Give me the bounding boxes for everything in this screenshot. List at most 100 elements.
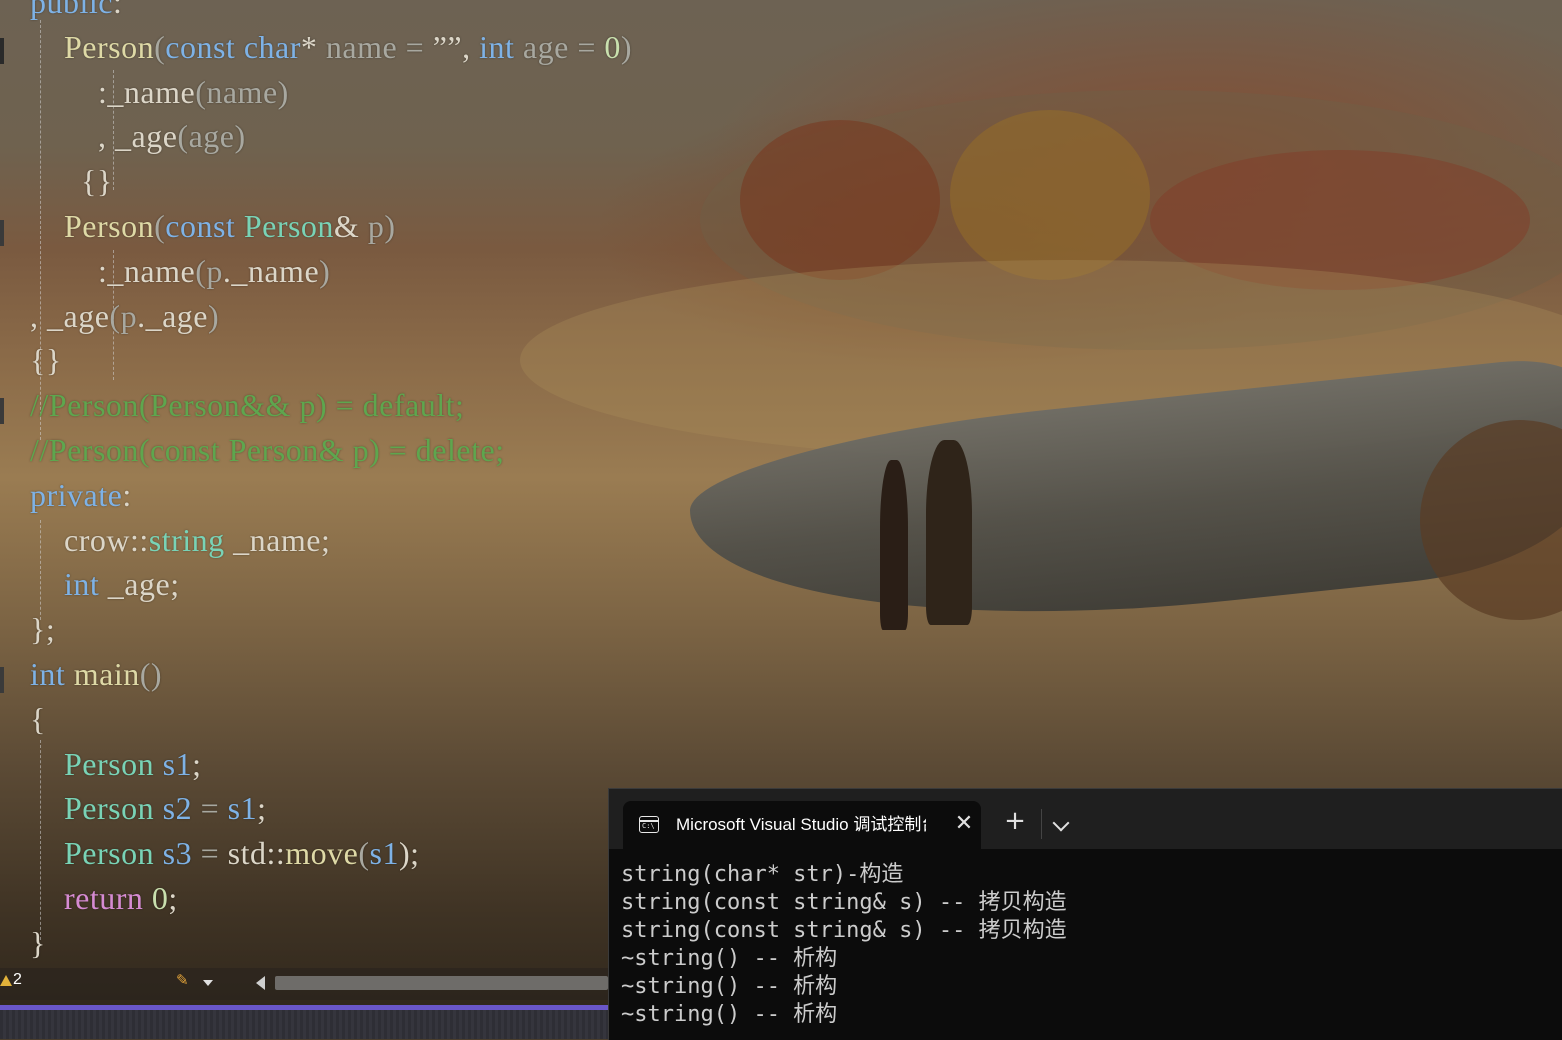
code-line[interactable]: private:: [30, 473, 132, 517]
code-line[interactable]: {: [30, 697, 46, 741]
code-token: ._age: [137, 297, 208, 334]
code-line[interactable]: Person s3 = std::move(s1);: [30, 831, 419, 875]
console-line: ~string() -- 析构: [621, 1002, 838, 1027]
code-cleanup-icon[interactable]: ✎: [176, 972, 190, 988]
code-line[interactable]: };: [30, 607, 55, 651]
tab-separator: [1041, 809, 1042, 839]
code-token: name: [325, 28, 398, 65]
code-line[interactable]: public:: [30, 0, 122, 24]
warning-triangle-icon[interactable]: [0, 975, 12, 986]
code-token: {}: [30, 342, 62, 379]
code-token: _name;: [224, 521, 331, 558]
code-token: Person: [64, 790, 155, 827]
code-token: (): [139, 656, 163, 692]
code-token: ;: [257, 790, 267, 827]
console-line: ~string() -- 析构: [621, 974, 838, 999]
code-token: //Person(Person&& p) = default;: [30, 387, 465, 424]
code-token: ;: [168, 880, 178, 916]
code-token: }: [30, 924, 46, 961]
code-token: age: [522, 28, 569, 65]
code-token: ): [234, 118, 246, 155]
code-token: (: [177, 118, 189, 155]
console-line: string(const string& s) -- 拷贝构造: [621, 918, 1067, 943]
code-token: ;: [192, 745, 202, 782]
console-line: string(char* str)-构造: [621, 862, 904, 887]
code-token: s3: [162, 835, 193, 872]
code-token: :: [112, 0, 123, 20]
code-token: (: [195, 252, 207, 289]
code-token: s1: [162, 745, 193, 782]
code-token: Person: [64, 28, 155, 65]
code-line[interactable]: int _age;: [30, 562, 180, 606]
scroll-left-arrow[interactable]: [256, 976, 265, 990]
code-token: 0: [151, 880, 169, 916]
code-token: (: [154, 28, 166, 65]
tab-debug-console[interactable]: C:\ Microsoft Visual Studio 调试控制台 ✕: [623, 801, 981, 849]
code-token: Person: [243, 208, 334, 244]
code-token: =: [192, 790, 228, 827]
code-token: public: [30, 0, 113, 20]
code-line[interactable]: }: [30, 921, 46, 965]
tab-title: Microsoft Visual Studio 调试控制台: [676, 815, 926, 834]
code-line[interactable]: :_name(p._name): [30, 249, 330, 293]
code-line[interactable]: Person s2 = s1;: [30, 786, 266, 830]
code-token: &: [333, 208, 368, 244]
code-line[interactable]: //Person(Person&& p) = default;: [30, 383, 464, 427]
code-token: std::: [227, 835, 286, 872]
code-token: private: [30, 476, 123, 513]
code-line[interactable]: Person(const Person& p): [30, 204, 395, 248]
console-output: string(char* str)-构造 string(const string…: [621, 861, 1551, 1029]
horizontal-scrollbar-thumb[interactable]: [275, 976, 608, 990]
code-token: s2: [162, 790, 193, 827]
warning-count[interactable]: 2: [13, 971, 22, 989]
code-token: :: [122, 476, 132, 513]
code-token: ): [384, 208, 396, 244]
code-line[interactable]: {}: [30, 159, 113, 203]
code-token: _age;: [99, 566, 180, 603]
code-token: int: [64, 566, 100, 603]
code-token: char: [243, 28, 301, 65]
code-token: return: [64, 880, 144, 916]
code-token: const: [165, 208, 236, 244]
status-bar-background: [0, 1010, 608, 1039]
code-token: int: [30, 656, 66, 692]
code-token: int: [479, 28, 515, 65]
code-token: =: [397, 28, 433, 65]
code-line[interactable]: :_name(name): [30, 70, 289, 114]
code-line[interactable]: return 0;: [30, 876, 178, 920]
code-line[interactable]: {}: [30, 338, 62, 382]
code-line[interactable]: Person s1;: [30, 742, 201, 786]
code-token: , _age: [98, 118, 178, 155]
code-token: Person: [64, 745, 155, 782]
code-line[interactable]: , _age(p._age): [30, 294, 219, 338]
chevron-down-icon[interactable]: [203, 980, 213, 986]
code-line[interactable]: int main(): [30, 652, 162, 696]
code-token: name: [206, 73, 278, 110]
close-tab-icon[interactable]: ✕: [953, 813, 975, 835]
new-tab-button[interactable]: +: [1003, 808, 1027, 834]
code-line[interactable]: //Person(const Person& p) = delete;: [30, 428, 505, 472]
chevron-down-icon[interactable]: [1052, 814, 1070, 832]
console-icon: C:\: [639, 816, 659, 833]
code-line[interactable]: , _age(age): [30, 114, 246, 158]
code-token: const: [165, 28, 236, 65]
code-token: ._name: [222, 252, 320, 289]
code-line[interactable]: crow::string _name;: [30, 518, 330, 562]
code-token: ): [319, 252, 331, 289]
code-token: );: [398, 835, 420, 872]
code-token: (: [358, 835, 370, 872]
code-token: :_name: [98, 73, 196, 110]
debug-console-window[interactable]: C:\ Microsoft Visual Studio 调试控制台 ✕ + st…: [608, 788, 1562, 1040]
code-token: p: [367, 208, 385, 244]
code-line[interactable]: Person(const char* name = ””, int age = …: [30, 25, 632, 69]
